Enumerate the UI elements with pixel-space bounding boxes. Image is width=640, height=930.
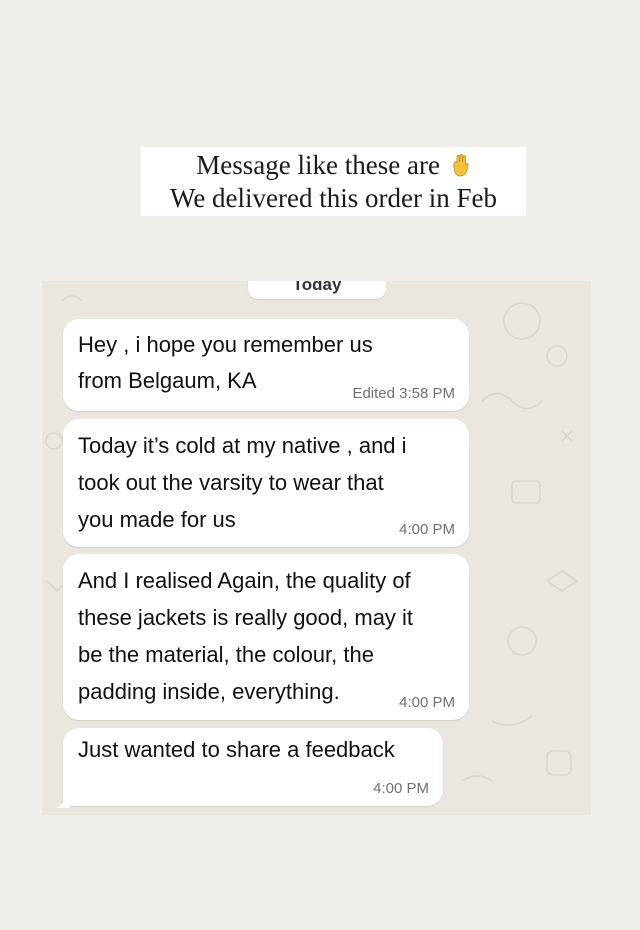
message-text: And I realised Again, the quality of the… bbox=[78, 568, 414, 704]
message-text: Hey , i hope you remember us from Belgau… bbox=[78, 332, 373, 393]
message-timestamp: Edited 3:58 PM bbox=[352, 385, 455, 402]
message-bubble[interactable]: Today it’s cold at my native , and i too… bbox=[63, 419, 469, 547]
hand-emoji-icon bbox=[453, 154, 469, 177]
message-timestamp: 4:00 PM bbox=[399, 521, 455, 538]
message-bubble[interactable]: Just wanted to share a feedback 4:00 PM bbox=[63, 728, 443, 806]
chat-screenshot: Today Hey , i hope you remember us from … bbox=[42, 281, 591, 815]
caption-line-1-text: Message like these are bbox=[196, 150, 440, 180]
message-timestamp: 4:00 PM bbox=[373, 780, 429, 797]
date-divider: Today bbox=[248, 281, 386, 299]
bubble-tail-icon bbox=[56, 798, 70, 808]
caption-line-1: Message like these are bbox=[141, 149, 526, 182]
message-bubble[interactable]: Hey , i hope you remember us from Belgau… bbox=[63, 319, 469, 411]
caption-line-2: We delivered this order in Feb bbox=[170, 183, 497, 213]
message-bubble[interactable]: And I realised Again, the quality of the… bbox=[63, 554, 469, 720]
message-timestamp: 4:00 PM bbox=[399, 694, 455, 711]
message-text: Today it’s cold at my native , and i too… bbox=[78, 433, 407, 532]
message-text: Just wanted to share a feedback bbox=[78, 737, 395, 762]
caption-box: Message like these are We delivered this… bbox=[141, 147, 526, 216]
